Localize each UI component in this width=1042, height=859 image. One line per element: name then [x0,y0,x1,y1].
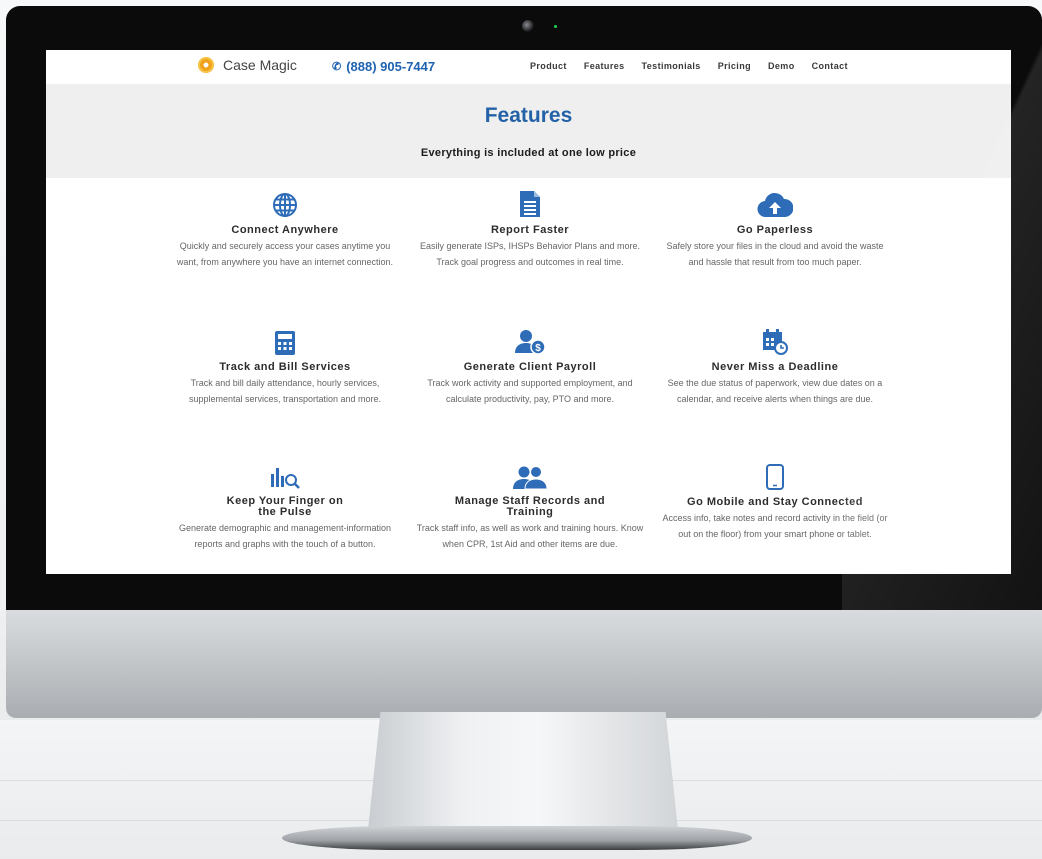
camera-icon [522,20,534,32]
feature-report-faster: Report Faster Easily generate ISPs, IHSP… [415,190,645,270]
bezel-glare [842,6,1042,610]
nav-item-features[interactable]: Features [584,61,625,71]
feature-title: Manage Staff Records and Training [454,495,606,518]
globe-icon [170,190,400,218]
feature-title: Connect Anywhere [231,224,339,236]
svg-text:$: $ [535,343,541,354]
nav-menu: Product Features Testimonials Pricing De… [530,61,848,71]
feature-manage-staff: Manage Staff Records and Training Track … [415,462,645,552]
chart-search-icon [170,462,400,490]
feature-connect-anywhere: Connect Anywhere Quickly and securely ac… [170,190,400,270]
feature-description: Track work activity and supported employ… [427,378,633,404]
feature-description: Generate demographic and management-info… [178,523,392,549]
nav-item-testimonials[interactable]: Testimonials [642,61,701,71]
camera-led [554,25,557,28]
feature-description: Track and bill daily attendance, hourly … [188,378,382,404]
users-icon [415,462,645,490]
phone-number: (888) 905-7447 [346,59,436,74]
feature-client-payroll: $ Generate Client Payroll Track work act… [415,327,645,407]
nav-item-pricing[interactable]: Pricing [718,61,751,71]
logo-icon [198,57,214,73]
logo[interactable]: Case Magic [198,57,297,73]
feature-title: Report Faster [490,224,570,236]
monitor: Case Magic ✆ (888) 905-7447 Product Feat… [6,6,1042,718]
document-icon [415,190,645,218]
feature-description: Track staff info, as well as work and tr… [416,523,644,549]
feature-description: Easily generate ISPs, IHSPs Behavior Pla… [419,241,641,267]
monitor-stand-base [282,826,752,850]
monitor-stand [368,712,678,830]
monitor-chin [6,610,1042,718]
feature-title: Keep Your Finger on the Pulse [226,495,344,518]
nav-item-demo[interactable]: Demo [768,61,795,71]
phone-icon: ✆ [332,61,342,73]
brand-name: Case Magic [223,57,297,73]
nav-item-product[interactable]: Product [530,61,567,71]
calculator-icon [170,327,400,355]
phone-link[interactable]: ✆ (888) 905-7447 [332,59,435,74]
user-dollar-icon: $ [415,327,645,355]
feature-title: Generate Client Payroll [463,361,597,373]
feature-keep-finger-pulse: Keep Your Finger on the Pulse Generate d… [170,462,400,552]
feature-title: Track and Bill Services [219,361,351,373]
feature-description: Quickly and securely access your cases a… [176,241,394,267]
feature-track-bill: Track and Bill Services Track and bill d… [170,327,400,407]
monitor-bezel: Case Magic ✆ (888) 905-7447 Product Feat… [6,6,1042,610]
